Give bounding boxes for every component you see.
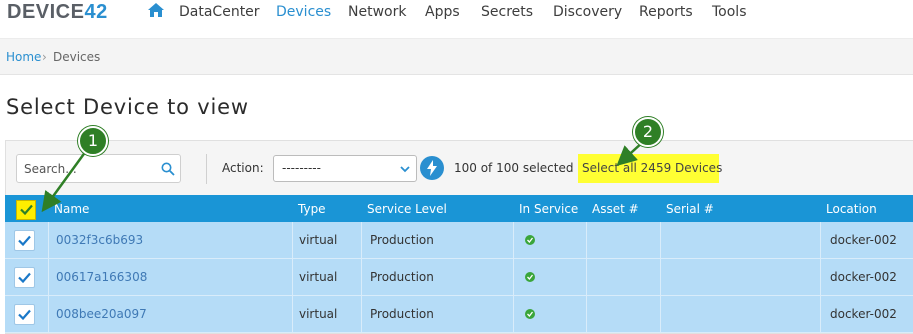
annotation-arrow-1 [41, 150, 88, 213]
annotation-marker-1: 1 [78, 126, 108, 156]
annotation-arrows [41, 141, 644, 213]
annotation-marker-2: 2 [633, 117, 663, 147]
